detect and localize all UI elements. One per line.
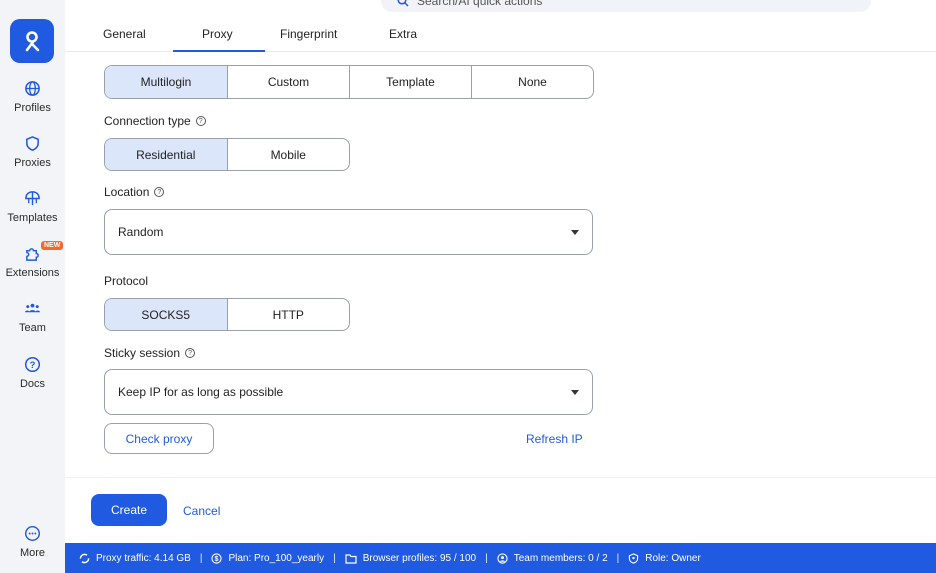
team-members-text: Team members: 0 / 2 [513, 552, 608, 564]
search-input[interactable]: Search/AI quick actions [381, 0, 871, 12]
separator: | [199, 552, 203, 564]
connection-type-residential[interactable]: Residential [105, 139, 228, 170]
puzzle-icon [26, 248, 39, 261]
browser-profiles-status: Browser profiles: 95 / 100 [345, 553, 476, 564]
tab-bar: General Proxy Fingerprint Extra [65, 12, 936, 52]
location-value: Random [118, 225, 164, 239]
tab-fingerprint[interactable]: Fingerprint [280, 27, 337, 41]
sidebar-item-label: Docs [19, 378, 46, 390]
traffic-icon [79, 553, 90, 563]
dollar-icon: $ [211, 552, 223, 564]
proxy-source-multilogin[interactable]: Multilogin [105, 66, 228, 98]
divider [65, 477, 936, 478]
sidebar-item-extensions[interactable]: NEW Extensions [0, 241, 65, 279]
multilogin-logo[interactable] [10, 19, 54, 63]
create-button[interactable]: Create [91, 494, 167, 526]
plan-status: $ Plan: Pro_100_yearly [211, 553, 324, 564]
check-proxy-button[interactable]: Check proxy [104, 423, 214, 454]
team-members-status: Team members: 0 / 2 [497, 553, 608, 564]
separator: | [333, 552, 336, 564]
role-status: Role: Owner [628, 553, 701, 564]
protocol-socks5[interactable]: SOCKS5 [105, 299, 228, 330]
connection-type-label: Connection type? [104, 114, 206, 128]
more-icon [24, 525, 41, 542]
sidebar-item-label: Profiles [14, 102, 51, 114]
location-label: Location? [104, 185, 165, 199]
chevron-down-icon [571, 230, 579, 235]
cancel-button[interactable]: Cancel [183, 504, 220, 518]
separator: | [616, 552, 620, 564]
proxy-source-selector: Multilogin Custom Template None [104, 65, 594, 99]
logo-icon [25, 31, 40, 52]
proxy-source-custom[interactable]: Custom [228, 66, 350, 98]
tab-proxy[interactable]: Proxy [202, 27, 233, 41]
sticky-session-select[interactable]: Keep IP for as long as possible [104, 369, 593, 415]
sidebar-item-more[interactable]: More [0, 525, 65, 559]
active-tab-indicator [173, 50, 265, 52]
connection-type-text: Connection type [104, 114, 191, 128]
svg-text:?: ? [30, 360, 36, 371]
help-circle-icon: ? [24, 356, 41, 373]
proxy-source-template[interactable]: Template [350, 66, 472, 98]
svg-text:$: $ [215, 556, 219, 563]
sidebar-item-label: Extensions [5, 267, 60, 279]
tab-extra[interactable]: Extra [389, 27, 417, 41]
user-circle-icon [497, 552, 508, 564]
proxy-traffic-text: Proxy traffic: 4.14 GB [96, 552, 191, 564]
sidebar-item-profiles[interactable]: Profiles [0, 80, 65, 114]
sidebar-item-label: Proxies [14, 157, 51, 169]
proxy-source-none[interactable]: None [472, 66, 593, 98]
proxy-traffic-status: Proxy traffic: 4.14 GB [79, 553, 191, 564]
protocol-text: Protocol [104, 274, 149, 288]
team-icon [24, 303, 41, 313]
protocol-label: Protocol [104, 274, 148, 288]
help-icon[interactable]: ? [195, 116, 206, 126]
search-placeholder: Search/AI quick actions [417, 0, 543, 8]
folder-icon [345, 553, 357, 564]
search-icon [397, 0, 409, 7]
sidebar-item-label: Team [19, 322, 46, 334]
help-icon[interactable]: ? [185, 348, 196, 358]
chevron-down-icon [571, 390, 579, 395]
role-text: Role: Owner [645, 552, 701, 564]
sticky-session-text: Sticky session [104, 346, 181, 360]
new-badge: NEW [41, 241, 64, 250]
separator: | [485, 552, 488, 564]
shield-icon [26, 136, 39, 151]
sidebar: Profiles Proxies Templates NEW Extension… [0, 0, 65, 573]
protocol-selector: SOCKS5 HTTP [104, 298, 350, 331]
plan-text: Plan: Pro_100_yearly [228, 552, 325, 564]
globe-icon [25, 81, 40, 96]
location-select[interactable]: Random [104, 209, 593, 255]
connection-type-selector: Residential Mobile [104, 138, 350, 171]
help-icon[interactable]: ? [154, 187, 165, 197]
sidebar-item-label: Templates [7, 212, 58, 224]
browser-profiles-text: Browser profiles: 95 / 100 [362, 552, 477, 564]
tab-general[interactable]: General [103, 27, 146, 41]
location-text: Location [104, 185, 150, 199]
refresh-ip-link[interactable]: Refresh IP [526, 432, 583, 446]
sticky-session-value: Keep IP for as long as possible [118, 385, 284, 399]
sidebar-item-docs[interactable]: ? Docs [0, 356, 65, 390]
shield-user-icon [629, 552, 639, 564]
protocol-http[interactable]: HTTP [228, 299, 350, 330]
sticky-session-label: Sticky session? [104, 346, 196, 360]
umbrella-icon [25, 191, 40, 206]
connection-type-mobile[interactable]: Mobile [228, 139, 350, 170]
sidebar-item-team[interactable]: Team [0, 300, 65, 334]
sidebar-item-proxies[interactable]: Proxies [0, 135, 65, 169]
main-panel: Search/AI quick actions General Proxy Fi… [65, 0, 936, 543]
sidebar-item-label: More [19, 547, 46, 559]
status-bar: Proxy traffic: 4.14 GB | $ Plan: Pro_100… [65, 543, 936, 573]
sidebar-item-templates[interactable]: Templates [0, 190, 65, 224]
